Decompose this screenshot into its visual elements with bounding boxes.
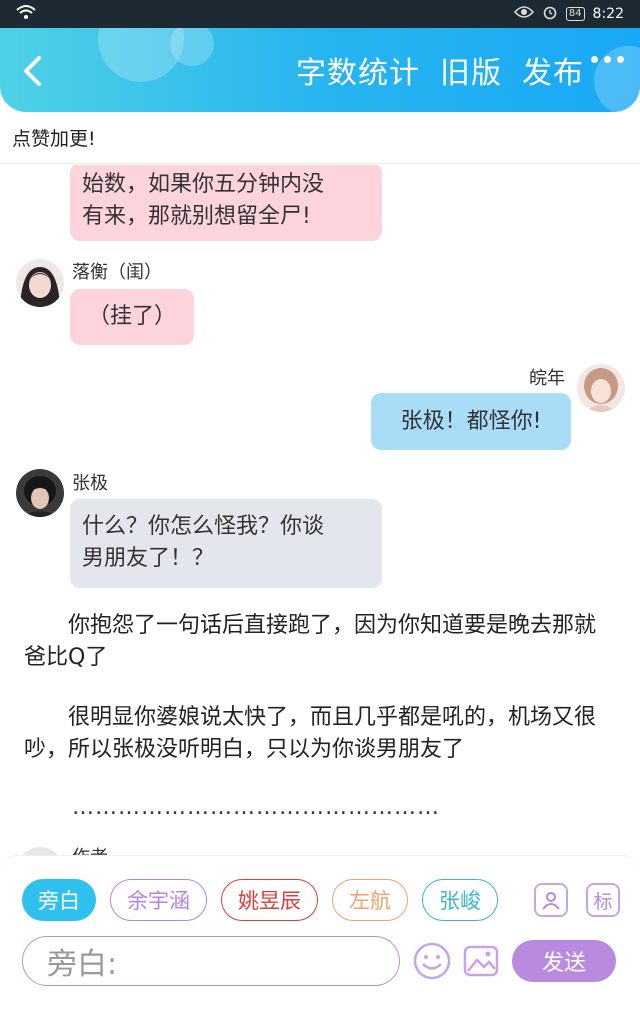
status-right: 84 8:22 (513, 4, 624, 24)
app-root: 84 8:22 字数统计 旧版 发布 点赞加更! 始数，如果你五分钟内没 有来，… (0, 0, 640, 1024)
avatar[interactable] (577, 364, 625, 412)
message-line: 始数，如果你五分钟内没 (82, 172, 325, 197)
word-count-button[interactable]: 字数统计 (296, 48, 420, 92)
smiley-icon (413, 942, 451, 980)
role-chip[interactable]: 张峻 (422, 879, 498, 921)
alarm-icon (542, 4, 558, 24)
role-chip-narrator[interactable]: 旁白 (22, 879, 96, 921)
emoji-button[interactable] (413, 942, 451, 980)
back-button[interactable] (22, 52, 50, 90)
narration-paragraph: 很明显你婆娘说太快了，而且几乎都是吼的，机场又很吵，所以张极没听明白，只以为你谈… (24, 705, 597, 762)
more-dot-icon (604, 56, 611, 63)
chat-area[interactable]: 始数，如果你五分钟内没 有来，那就别想留全尸! 落衡（闺） （挂了） 皖年 张极… (0, 165, 640, 855)
sender-name: 落衡（闺） (72, 262, 162, 283)
avatar[interactable] (16, 847, 64, 855)
character-manage-button[interactable] (534, 883, 568, 917)
avatar[interactable] (16, 469, 64, 517)
role-selector: 旁白 余宇涵 姚昱辰 左航 张峻 (22, 879, 520, 923)
image-button[interactable] (462, 942, 500, 980)
person-icon (542, 892, 560, 910)
bottom-strip (0, 990, 640, 1024)
message-bubble: 张极！都怪你! (371, 393, 571, 450)
header-bubble-decoration (170, 28, 214, 66)
header-bar: 字数统计 旧版 发布 (0, 28, 640, 112)
old-version-button[interactable]: 旧版 (440, 48, 502, 92)
more-dot-icon (617, 56, 624, 63)
status-bar: 84 8:22 (0, 0, 640, 28)
message-line: 男朋友了！？ (82, 546, 215, 571)
message-bubble: （挂了） (70, 289, 194, 345)
message-bubble: 始数，如果你五分钟内没 有来，那就别想留全尸! (70, 165, 382, 241)
input-panel: 旁白 余宇涵 姚昱辰 左航 张峻 标 旁白: 发送 (0, 855, 640, 990)
role-chip[interactable]: 左航 (332, 879, 408, 921)
narration-paragraph: 你抱怨了一句话后直接跑了，因为你知道要是晚去那就爸比Q了 (24, 613, 597, 670)
clock-time: 8:22 (592, 6, 624, 22)
chevron-left-icon (24, 56, 41, 86)
message-line: 什么？你怎么怪我？你谈 (82, 514, 325, 539)
message-line: 有来，那就别想留全尸! (82, 204, 311, 229)
ellipsis-text: ………………………………………… (72, 795, 440, 820)
wifi-icon (16, 4, 36, 24)
avatar[interactable] (16, 259, 64, 307)
image-icon (463, 945, 499, 977)
message-bubble: 什么？你怎么怪我？你谈 男朋友了！？ (70, 499, 382, 588)
header-actions: 字数统计 旧版 发布 (296, 28, 584, 112)
sender-name: 张极 (72, 473, 108, 494)
more-dot-icon (591, 56, 598, 63)
notice-banner: 点赞加更! (0, 112, 640, 164)
tag-button[interactable]: 标 (586, 883, 620, 917)
publish-button[interactable]: 发布 (522, 48, 584, 92)
eye-icon (513, 5, 534, 23)
battery-indicator: 84 (565, 7, 585, 21)
role-chip[interactable]: 姚昱辰 (221, 879, 318, 921)
more-options-button[interactable] (591, 56, 624, 63)
sender-name: 皖年 (529, 368, 565, 389)
message-input[interactable]: 旁白: (22, 936, 400, 986)
role-chip[interactable]: 余宇涵 (110, 879, 207, 921)
sender-name: 作者 (72, 843, 108, 855)
send-button[interactable]: 发送 (512, 940, 616, 982)
